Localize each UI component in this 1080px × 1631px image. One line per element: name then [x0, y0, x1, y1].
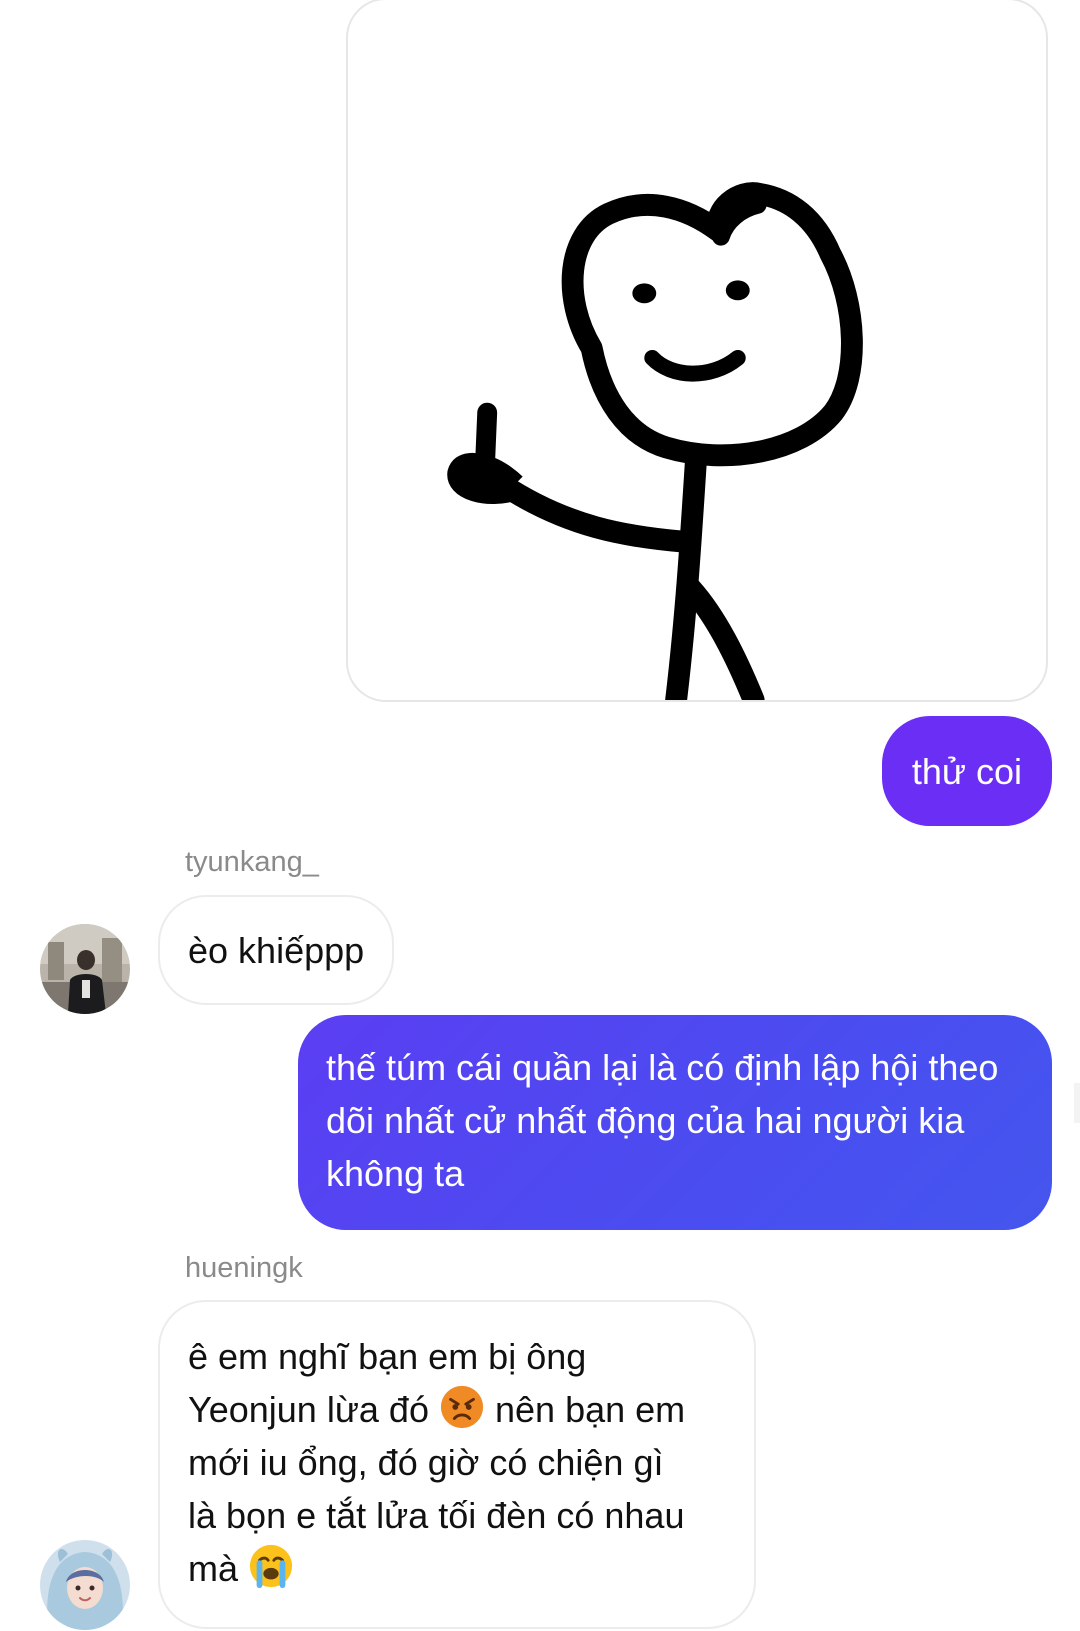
message-line: ê em nghĩ bạn em bị ông	[188, 1336, 587, 1377]
chat-thread: thử coi tyunkang_ èo khiếppp thế túm cái…	[0, 0, 1080, 1631]
message-line: mà	[188, 1542, 726, 1595]
user-avatar-image	[40, 1540, 130, 1630]
message-text: èo khiếppp	[188, 929, 365, 971]
stick-figure-image	[447, 182, 863, 700]
sender-name: tyunkang_	[185, 846, 319, 878]
sent-message[interactable]: thử coi	[881, 716, 1052, 826]
avatar[interactable]	[40, 1540, 130, 1630]
message-line: Yeonjun lừa đó nên bạn em	[188, 1383, 726, 1436]
message-text: thế túm cái quần lại là có định lập hội …	[326, 1047, 999, 1194]
sent-message[interactable]: thế túm cái quần lại là có định lập hội …	[298, 1015, 1052, 1230]
received-message[interactable]: èo khiếppp	[158, 895, 395, 1005]
message-text: thử coi	[911, 750, 1022, 792]
scroll-edge	[1074, 1083, 1080, 1123]
message-text: Yeonjun lừa đó	[188, 1389, 429, 1430]
message-line: mới iu ổng, đó giờ có chiện gì	[188, 1442, 664, 1483]
angry-face-icon	[440, 1385, 484, 1429]
message-line: là bọn e tắt lửa tối đèn có nhau	[188, 1495, 685, 1536]
loudly-crying-face-icon	[249, 1544, 293, 1589]
message-text: nên bạn em	[495, 1389, 686, 1430]
sender-name: hueningk	[185, 1252, 303, 1284]
message-text: mà	[188, 1548, 239, 1589]
sent-image-message[interactable]	[346, 0, 1048, 702]
avatar[interactable]	[40, 924, 130, 1014]
user-avatar-image	[40, 924, 130, 1014]
received-message[interactable]: ê em nghĩ bạn em bị ông Yeonjun lừa đó n…	[158, 1300, 756, 1629]
